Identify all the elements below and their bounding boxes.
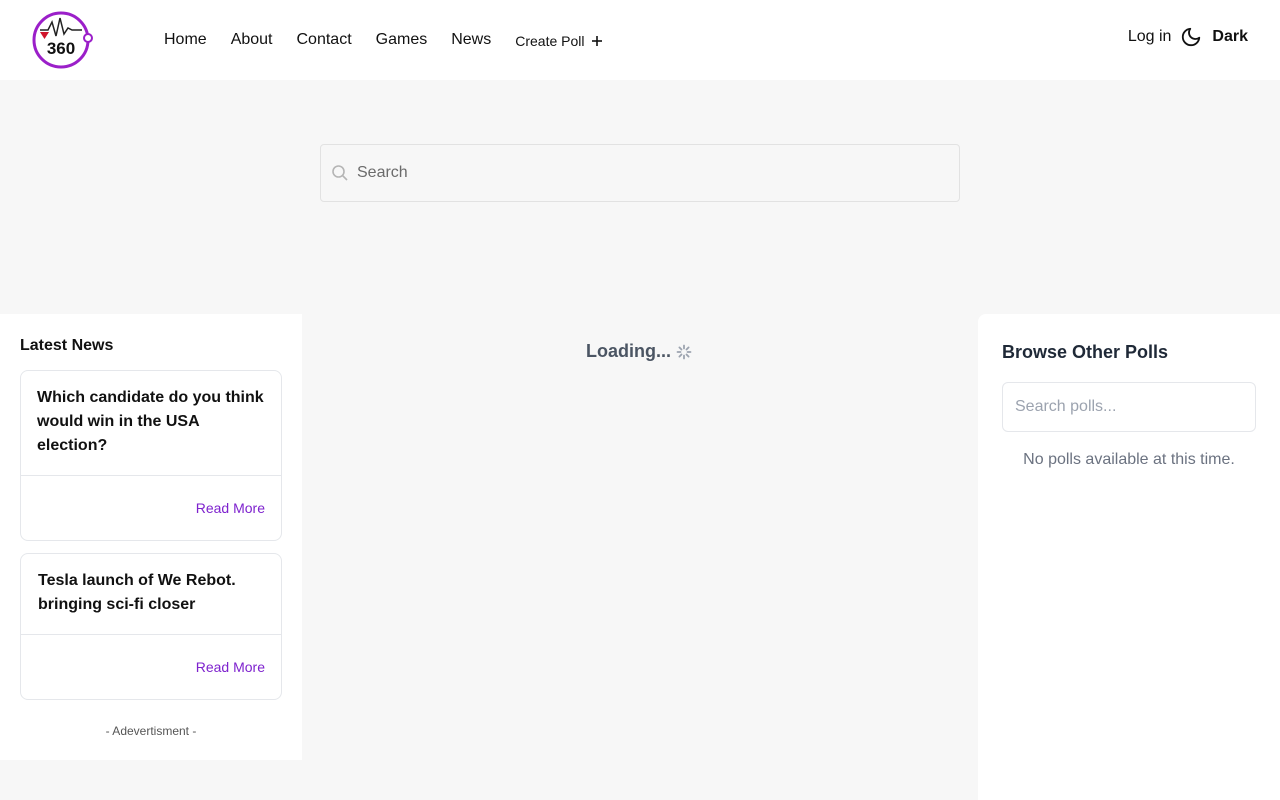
main-nav: Home About Contact Games News Create Pol… — [164, 30, 603, 50]
advertisement-label: - Adevertisment - — [105, 724, 197, 738]
spinner-icon — [676, 344, 692, 359]
search-input[interactable] — [357, 164, 937, 182]
create-poll-label: Create Poll — [515, 33, 585, 49]
search-icon — [332, 165, 348, 181]
read-more-link[interactable]: Read More — [196, 659, 265, 675]
card-divider — [21, 634, 281, 635]
loading-indicator: Loading... — [586, 341, 692, 362]
create-poll-button[interactable]: Create Poll — [515, 33, 602, 49]
login-link[interactable]: Log in — [1128, 28, 1172, 46]
header-actions: Log in Dark — [1128, 26, 1248, 48]
news-card-title[interactable]: Which candidate do you think would win i… — [21, 371, 281, 458]
poll-search-input[interactable] — [1015, 398, 1255, 416]
nav-home[interactable]: Home — [164, 31, 207, 49]
nav-games[interactable]: Games — [376, 31, 428, 49]
nav-news[interactable]: News — [451, 31, 491, 49]
nav-contact[interactable]: Contact — [297, 31, 352, 49]
logo-text: 360 — [47, 39, 75, 58]
site-header: 360 Home About Contact Games News Create… — [0, 0, 1280, 80]
loading-text: Loading... — [586, 341, 671, 361]
news-card: Which candidate do you think would win i… — [20, 370, 282, 541]
news-card: Tesla launch of We Rebot. bringing sci-f… — [20, 553, 282, 700]
no-polls-message: No polls available at this time. — [1023, 451, 1235, 468]
latest-news-panel: Latest News Which candidate do you think… — [0, 314, 302, 760]
latest-news-title: Latest News — [20, 337, 114, 354]
moon-icon — [1182, 27, 1201, 47]
plus-icon — [591, 36, 602, 46]
browse-polls-panel: Browse Other Polls No polls available at… — [978, 314, 1280, 800]
read-more-link[interactable]: Read More — [196, 500, 265, 516]
nav-about[interactable]: About — [231, 31, 273, 49]
news-card-title[interactable]: Tesla launch of We Rebot. bringing sci-f… — [21, 554, 281, 617]
card-divider — [21, 475, 281, 476]
poll-search-box — [1002, 382, 1256, 432]
dark-mode-toggle[interactable]: Dark — [1180, 26, 1248, 48]
site-logo-icon[interactable]: 360 — [30, 10, 94, 70]
main-search-bar — [320, 144, 960, 202]
browse-polls-title: Browse Other Polls — [1002, 342, 1169, 362]
dark-mode-label: Dark — [1212, 28, 1248, 45]
